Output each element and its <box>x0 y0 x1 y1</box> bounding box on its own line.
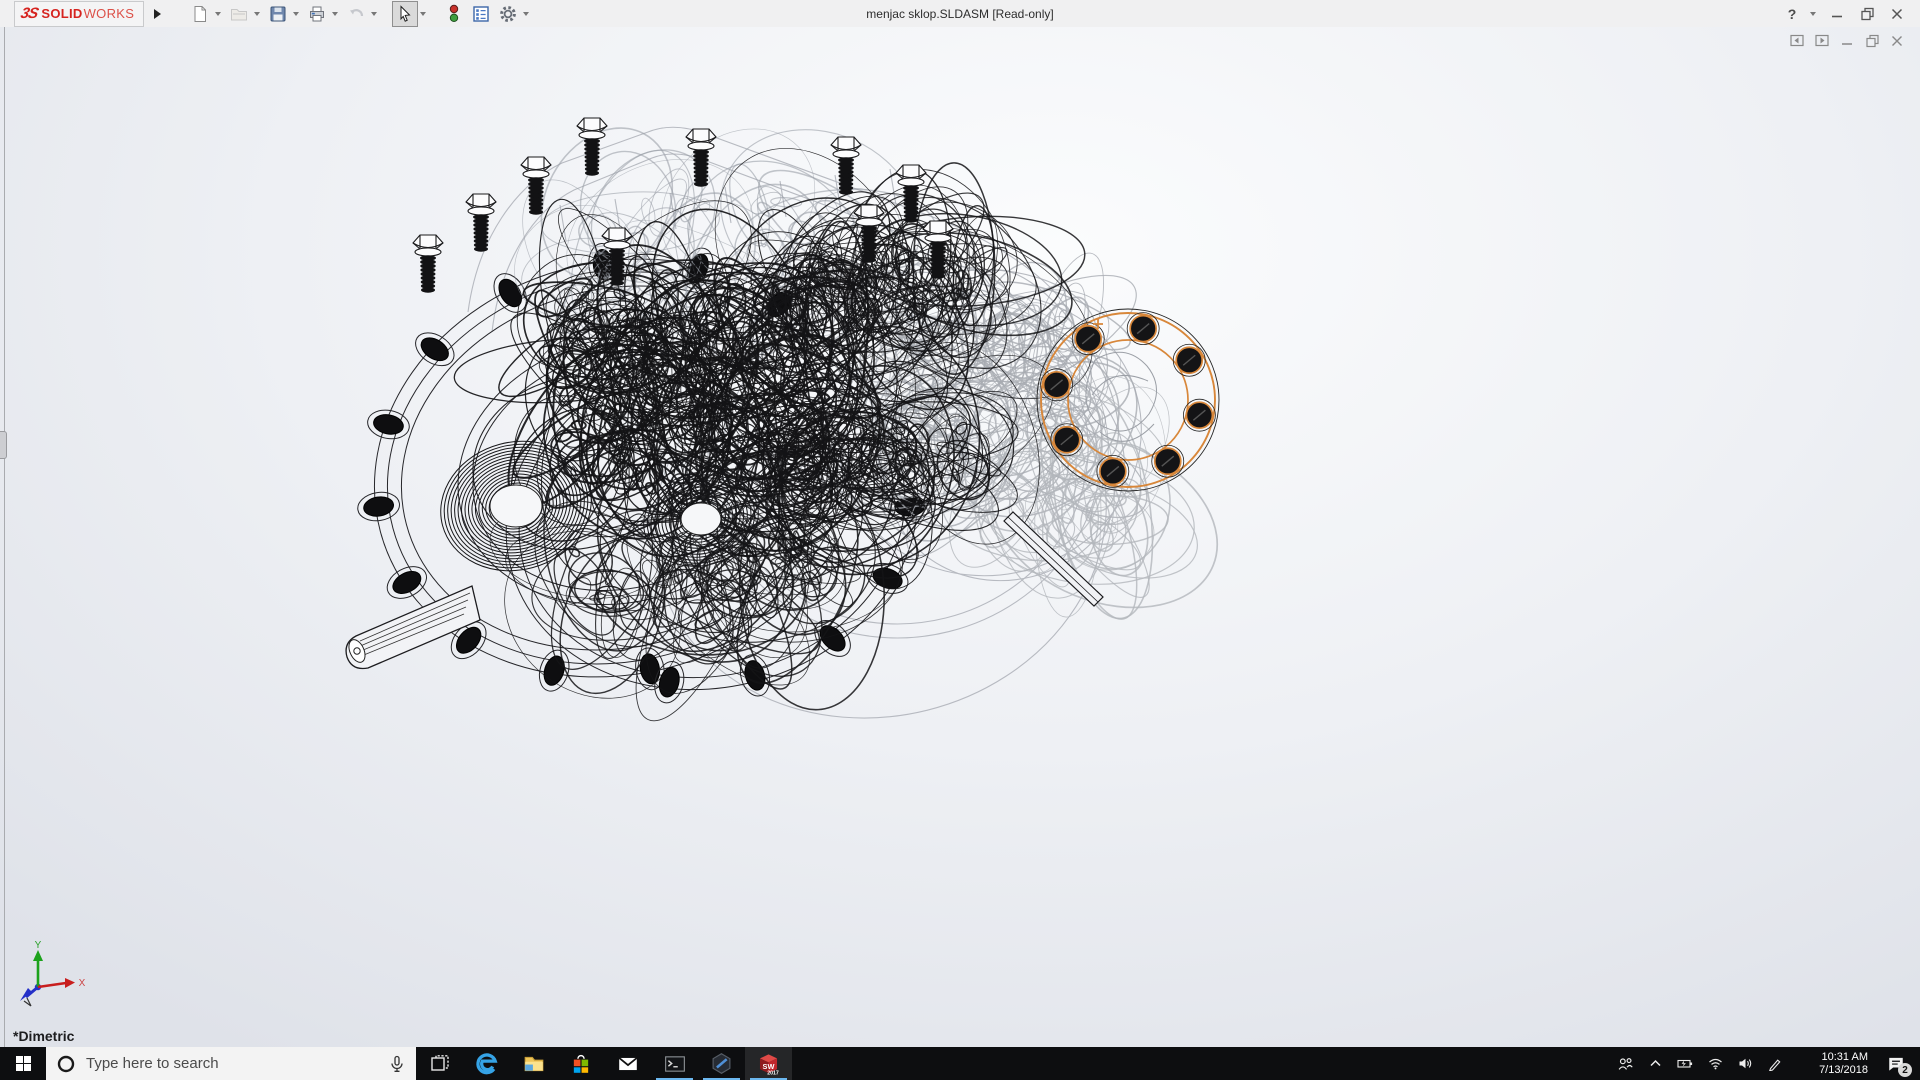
traffic-light-icon <box>446 4 462 23</box>
mail-button[interactable] <box>604 1047 651 1080</box>
tray-overflow-button[interactable] <box>1642 1047 1668 1080</box>
new-document-icon <box>191 5 209 23</box>
clock-date: 7/13/2018 <box>1796 1064 1868 1077</box>
open-dropdown-caret[interactable] <box>254 12 260 16</box>
windows-ink-button[interactable] <box>1762 1047 1788 1080</box>
window-controls: ? <box>1779 4 1910 24</box>
gear-icon <box>499 5 517 23</box>
command-prompt-icon <box>664 1053 686 1075</box>
people-icon <box>1617 1056 1634 1072</box>
wireframe-gearbox-model[interactable] <box>0 27 1920 1047</box>
help-dropdown-caret[interactable] <box>1810 12 1816 16</box>
solidworks-3s-glyph: 3S <box>19 5 40 22</box>
save-dropdown-caret[interactable] <box>293 12 299 16</box>
solidworks-2017-button[interactable]: SW 2017 <box>745 1047 792 1080</box>
titlebar: 3S SOLID WORKS <box>0 0 1920 27</box>
file-explorer-icon <box>523 1053 545 1075</box>
clock-time: 10:31 AM <box>1796 1051 1868 1064</box>
store-button[interactable] <box>557 1047 604 1080</box>
restore-button[interactable] <box>1854 4 1880 24</box>
select-dropdown-caret[interactable] <box>420 12 426 16</box>
speaker-icon <box>1737 1056 1754 1071</box>
mail-icon <box>617 1053 639 1075</box>
notification-badge: 2 <box>1898 1063 1912 1077</box>
minimize-button[interactable] <box>1824 4 1850 24</box>
task-view-icon <box>430 1054 450 1074</box>
open-folder-icon <box>230 5 248 23</box>
print-icon <box>308 5 326 23</box>
hexagon-app-button[interactable] <box>698 1047 745 1080</box>
command-prompt-button[interactable] <box>651 1047 698 1080</box>
open-document-button[interactable] <box>226 1 252 27</box>
action-center-button[interactable]: 2 <box>1876 1047 1916 1080</box>
microphone-icon[interactable] <box>388 1055 406 1073</box>
reference-triad: Y X <box>16 941 90 1011</box>
x-axis-label: X <box>79 978 86 989</box>
select-tool-button[interactable] <box>392 1 418 27</box>
undo-dropdown-caret[interactable] <box>371 12 377 16</box>
rebuild-stoplight-button[interactable] <box>441 1 467 27</box>
solidworks-window: 3S SOLID WORKS <box>0 0 1920 1080</box>
undo-arrow-icon <box>347 5 365 23</box>
task-list-icon <box>472 5 490 23</box>
search-placeholder-text: Type here to search <box>86 1055 378 1072</box>
chevron-up-icon <box>1648 1056 1663 1071</box>
menu-flyout-arrow-icon[interactable] <box>154 9 161 19</box>
solidworks-logo[interactable]: 3S SOLID WORKS <box>14 1 144 27</box>
edge-icon <box>475 1052 499 1076</box>
minimize-icon <box>1830 7 1844 21</box>
print-dropdown-caret[interactable] <box>332 12 338 16</box>
close-button[interactable] <box>1884 4 1910 24</box>
hexagon-app-icon <box>710 1052 733 1075</box>
save-button[interactable] <box>265 1 291 27</box>
save-floppy-icon <box>269 5 287 23</box>
new-document-button[interactable] <box>187 1 213 27</box>
sw-icon-year: 2017 <box>767 1070 779 1076</box>
battery-button[interactable] <box>1672 1047 1698 1080</box>
new-dropdown-caret[interactable] <box>215 12 221 16</box>
help-button[interactable]: ? <box>1779 4 1805 24</box>
taskbar-search-input[interactable]: Type here to search <box>46 1047 416 1080</box>
view-orientation-label: *Dimetric <box>13 1028 74 1044</box>
task-list-button[interactable] <box>468 1 494 27</box>
options-dropdown-caret[interactable] <box>523 12 529 16</box>
x-axis-arrow <box>65 978 75 988</box>
cortana-circle-icon <box>56 1054 76 1074</box>
main-toolbar <box>187 1 533 27</box>
windows-taskbar: Type here to search S <box>0 1047 1920 1080</box>
hidden-geometry-wireframe <box>493 98 1243 640</box>
logo-text-solid: SOLID <box>41 6 82 21</box>
y-axis-label: Y <box>35 941 42 951</box>
people-button[interactable] <box>1612 1047 1638 1080</box>
network-button[interactable] <box>1702 1047 1728 1080</box>
solidworks-2017-icon: SW 2017 <box>756 1051 781 1076</box>
y-axis-arrow <box>33 950 43 961</box>
graphics-viewport[interactable]: Y X *Dimetric <box>0 27 1920 1047</box>
edge-button[interactable] <box>463 1047 510 1080</box>
taskbar-clock[interactable]: 10:31 AM 7/13/2018 <box>1792 1051 1872 1077</box>
undo-button[interactable] <box>343 1 369 27</box>
wifi-icon <box>1707 1056 1724 1071</box>
x-axis <box>38 983 66 987</box>
start-button[interactable] <box>0 1047 46 1080</box>
close-icon <box>1890 7 1904 21</box>
file-explorer-button[interactable] <box>510 1047 557 1080</box>
volume-button[interactable] <box>1732 1047 1758 1080</box>
task-view-button[interactable] <box>416 1047 463 1080</box>
print-button[interactable] <box>304 1 330 27</box>
select-cursor-icon <box>396 5 414 23</box>
windows-logo-icon <box>15 1055 32 1072</box>
store-icon <box>570 1053 592 1075</box>
options-button[interactable] <box>495 1 521 27</box>
battery-charging-icon <box>1676 1056 1694 1071</box>
restore-icon <box>1860 6 1875 21</box>
z-axis-tick <box>24 998 31 1006</box>
pen-icon <box>1767 1056 1783 1071</box>
system-tray: 10:31 AM 7/13/2018 2 <box>1612 1047 1920 1080</box>
logo-text-works: WORKS <box>84 6 135 21</box>
